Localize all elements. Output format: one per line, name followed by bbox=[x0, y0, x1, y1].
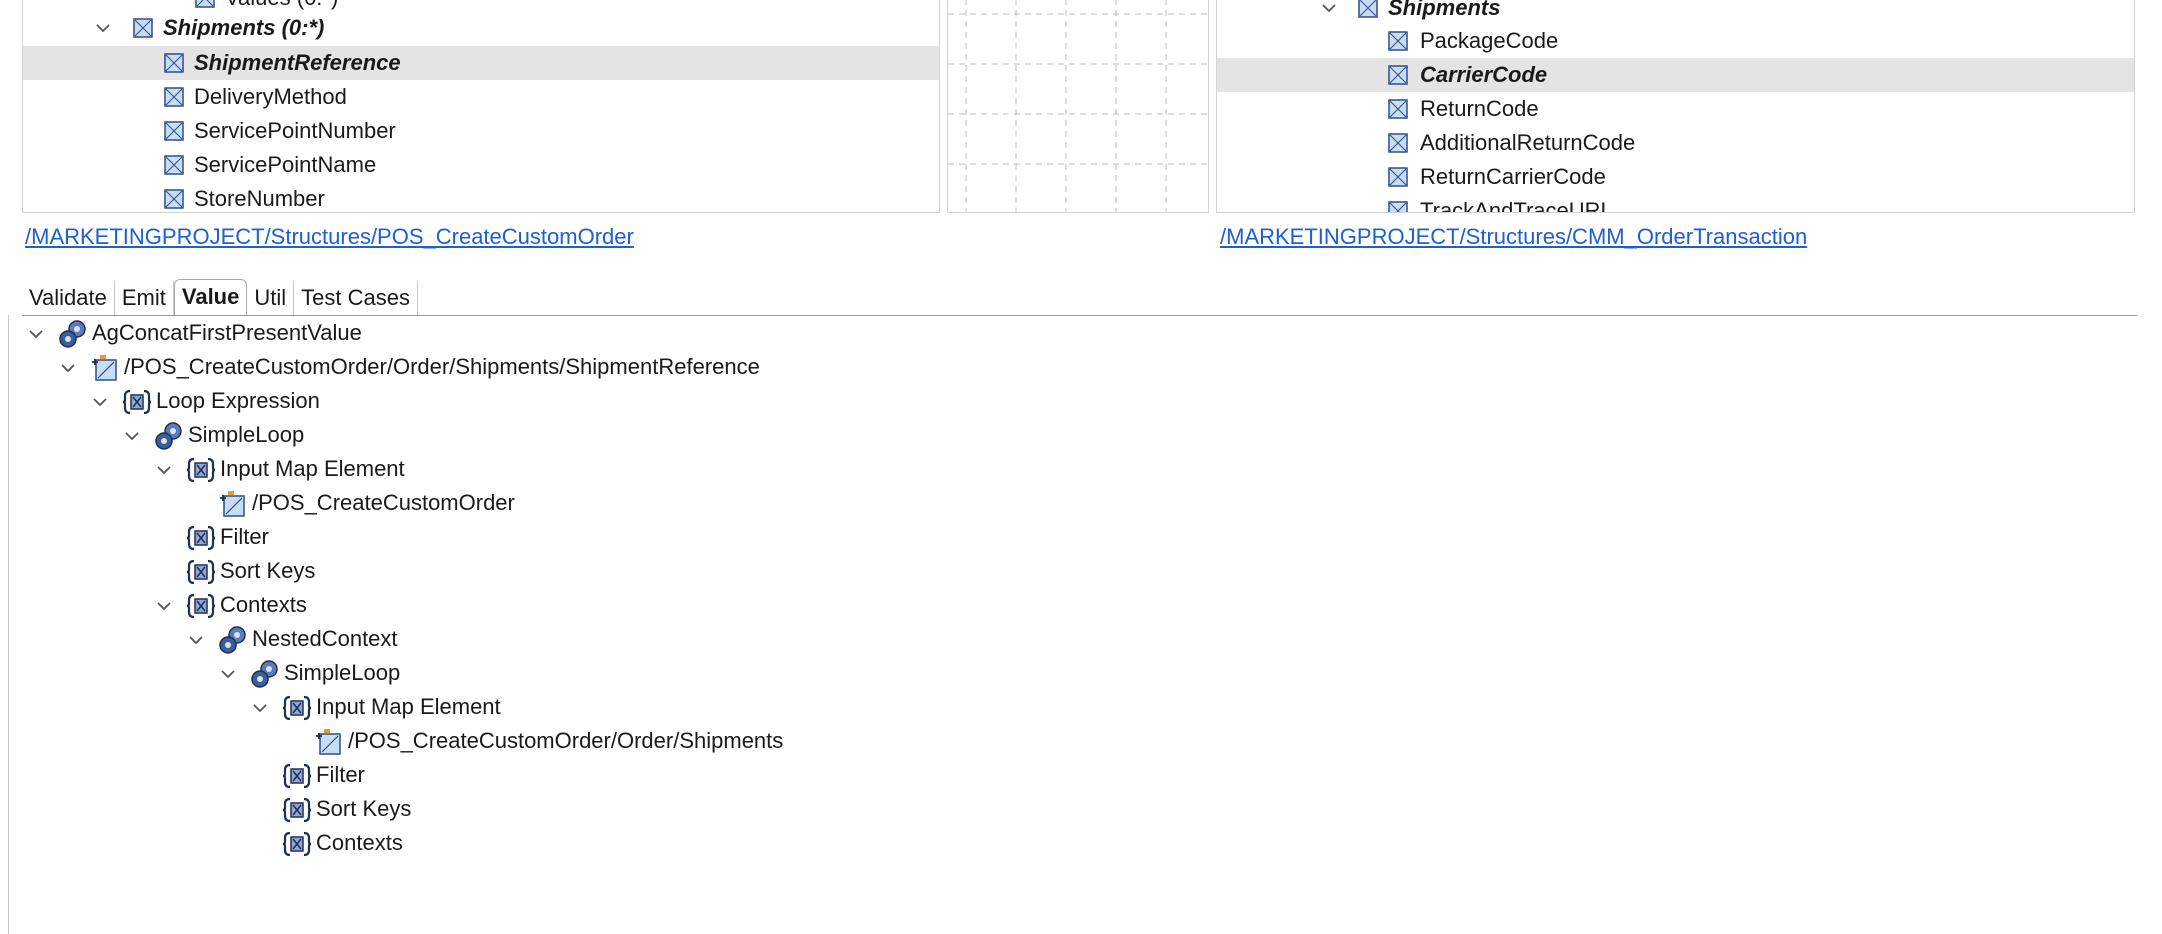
target-structure-panel[interactable]: Shipments PackageCode CarrierCode Return… bbox=[1216, 0, 2135, 213]
chevron-down-icon[interactable] bbox=[156, 598, 172, 614]
tree-row-label: ReturnCarrierCode bbox=[1420, 164, 1606, 189]
expr-row-label: Input Map Element bbox=[220, 456, 405, 481]
tree-row-servicepointname[interactable]: ServicePointName bbox=[23, 148, 939, 182]
expression-icon bbox=[282, 761, 312, 791]
expr-row-label: Loop Expression bbox=[156, 388, 320, 413]
expr-row-label: Contexts bbox=[316, 830, 403, 855]
expression-icon bbox=[122, 387, 152, 417]
tree-row-label: TrackAndTraceURL bbox=[1420, 198, 1613, 213]
chevron-down-icon[interactable] bbox=[95, 20, 111, 36]
tree-row-label: DeliveryMethod bbox=[194, 84, 347, 109]
expression-icon bbox=[282, 795, 312, 825]
tab-validate[interactable]: Validate bbox=[22, 281, 115, 315]
expr-row-label: AgConcatFirstPresentValue bbox=[92, 320, 362, 345]
gears-icon bbox=[58, 319, 88, 349]
tree-row-label: CarrierCode bbox=[1420, 62, 1548, 87]
tree-row-label: ReturnCode bbox=[1420, 96, 1539, 121]
expr-row-label: /POS_CreateCustomOrder/Order/Shipments bbox=[348, 728, 784, 753]
field-icon bbox=[1388, 133, 1408, 153]
field-icon bbox=[164, 155, 184, 175]
tree-row-label: StoreNumber bbox=[194, 186, 325, 211]
chevron-down-icon[interactable] bbox=[1321, 0, 1337, 16]
tab-test-cases[interactable]: Test Cases bbox=[294, 281, 418, 315]
expr-row-label: NestedContext bbox=[252, 626, 398, 651]
tree-row-shipments[interactable]: Shipments bbox=[1217, 0, 2134, 25]
chevron-down-icon[interactable] bbox=[220, 666, 236, 682]
tab-emit[interactable]: Emit bbox=[115, 281, 174, 315]
field-icon bbox=[164, 87, 184, 107]
chevron-down-icon[interactable] bbox=[60, 360, 76, 376]
chevron-down-icon[interactable] bbox=[92, 394, 108, 410]
field-icon bbox=[1388, 201, 1408, 212]
tree-row-shipments[interactable]: Shipments (0:*) bbox=[23, 11, 939, 45]
field-icon bbox=[133, 18, 153, 38]
expression-tree[interactable]: AgConcatFirstPresentValue /POS_CreateCus… bbox=[0, 315, 2162, 934]
mapping-grid bbox=[948, 0, 1208, 212]
tree-row-label: ServicePointNumber bbox=[194, 118, 396, 143]
source-structure-panel[interactable]: Values (0:*) Shipments (0:*) ShipmentRef… bbox=[22, 0, 940, 213]
field-icon bbox=[1388, 167, 1408, 187]
expr-row-label: SimpleLoop bbox=[188, 422, 305, 447]
tree-row-returncode[interactable]: ReturnCode bbox=[1217, 92, 2134, 126]
gears-icon bbox=[154, 421, 184, 451]
tree-row-shipmentreference[interactable]: ShipmentReference bbox=[23, 46, 939, 80]
expression-icon bbox=[186, 591, 216, 621]
tree-row-deliverymethod[interactable]: DeliveryMethod bbox=[23, 80, 939, 114]
expr-row-label: Sort Keys bbox=[220, 558, 316, 583]
expression-icon bbox=[186, 523, 216, 553]
tree-row-storenumber[interactable]: StoreNumber bbox=[23, 182, 939, 212]
field-icon bbox=[164, 53, 184, 73]
field-icon bbox=[1388, 31, 1408, 51]
chevron-down-icon[interactable] bbox=[188, 632, 204, 648]
expr-row-label: Sort Keys bbox=[316, 796, 412, 821]
field-icon bbox=[195, 0, 215, 8]
expr-row-label: Contexts bbox=[220, 592, 307, 617]
tree-row-label: PackageCode bbox=[1420, 28, 1559, 53]
chevron-down-icon[interactable] bbox=[124, 428, 140, 444]
chevron-down-icon[interactable] bbox=[28, 326, 44, 342]
field-ref-icon bbox=[90, 353, 120, 383]
field-icon bbox=[1388, 99, 1408, 119]
expr-row-label: Filter bbox=[316, 762, 365, 787]
field-icon bbox=[164, 121, 184, 141]
field-ref-icon bbox=[218, 489, 248, 519]
tab-bar: Validate Emit Value Util Test Cases bbox=[22, 279, 418, 315]
tree-row-label: Shipments (0:*) bbox=[163, 15, 325, 40]
expr-row-label: /POS_CreateCustomOrder/Order/Shipments/S… bbox=[124, 354, 760, 379]
tab-util[interactable]: Util bbox=[247, 281, 295, 315]
tree-row-label: ServicePointName bbox=[194, 152, 377, 177]
field-icon bbox=[164, 189, 184, 209]
tree-row-servicepointnumber[interactable]: ServicePointNumber bbox=[23, 114, 939, 148]
expr-row-label: SimpleLoop bbox=[284, 660, 401, 685]
expr-row-label: Filter bbox=[220, 524, 269, 549]
expr-row-label: /POS_CreateCustomOrder bbox=[252, 490, 515, 515]
field-icon bbox=[1358, 0, 1378, 18]
tree-row-carriercode[interactable]: CarrierCode bbox=[1217, 58, 2134, 92]
tree-row-trackandtraceurl[interactable]: TrackAndTraceURL bbox=[1217, 194, 2134, 213]
tree-row-additionalreturncode[interactable]: AdditionalReturnCode bbox=[1217, 126, 2134, 160]
field-ref-icon bbox=[314, 727, 344, 757]
tree-row-label: Shipments bbox=[1388, 0, 1501, 20]
expression-icon bbox=[282, 693, 312, 723]
target-structure-link[interactable]: /MARKETINGPROJECT/Structures/CMM_OrderTr… bbox=[1220, 224, 1807, 250]
expr-row-label: Input Map Element bbox=[316, 694, 501, 719]
tab-value[interactable]: Value bbox=[173, 279, 248, 315]
tree-row-packagecode[interactable]: PackageCode bbox=[1217, 24, 2134, 58]
gears-icon bbox=[250, 659, 280, 689]
gears-icon bbox=[218, 625, 248, 655]
expression-icon bbox=[282, 829, 312, 859]
tree-row-returncarriercode[interactable]: ReturnCarrierCode bbox=[1217, 160, 2134, 194]
field-icon bbox=[1388, 65, 1408, 85]
source-structure-link[interactable]: /MARKETINGPROJECT/Structures/POS_CreateC… bbox=[25, 224, 634, 250]
expression-icon bbox=[186, 557, 216, 587]
mapping-canvas[interactable] bbox=[947, 0, 1209, 213]
chevron-down-icon[interactable] bbox=[156, 462, 172, 478]
chevron-down-icon[interactable] bbox=[252, 700, 268, 716]
tree-row-label: AdditionalReturnCode bbox=[1420, 130, 1636, 155]
expression-icon bbox=[186, 455, 216, 485]
tree-row-label: ShipmentReference bbox=[194, 50, 401, 75]
